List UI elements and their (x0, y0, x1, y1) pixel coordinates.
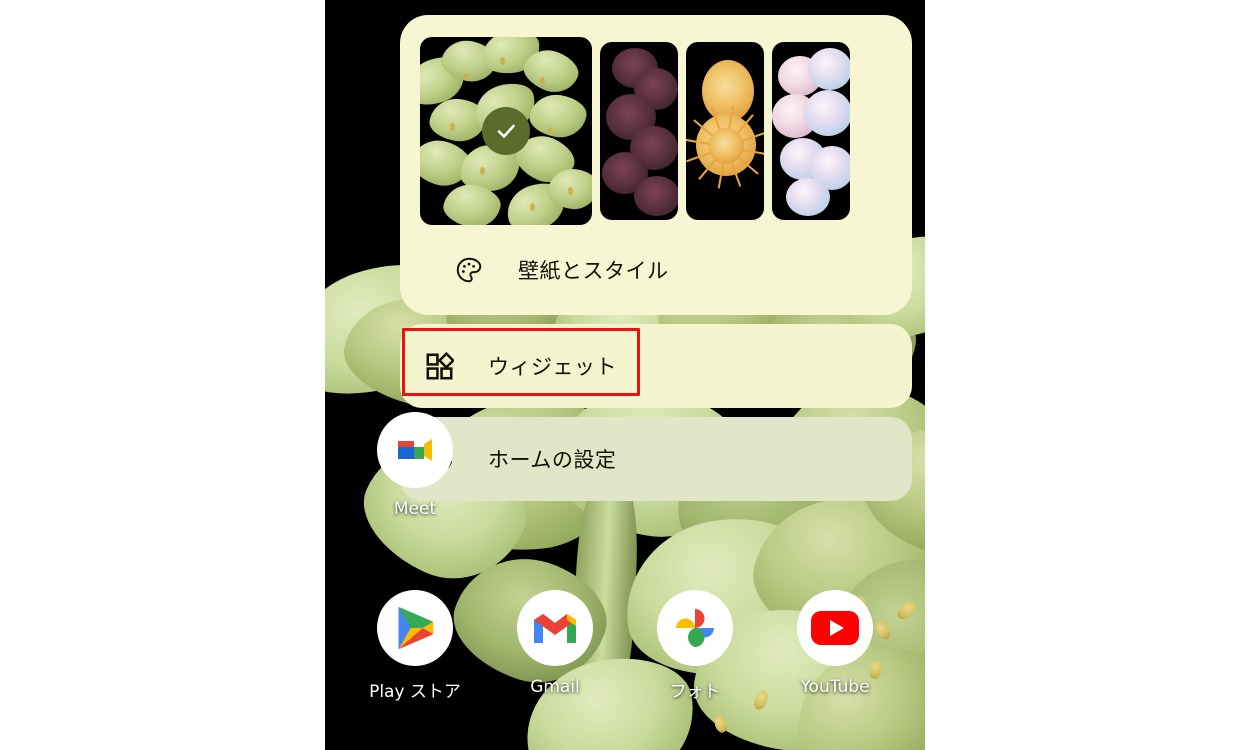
thumbnail-artwork (686, 42, 764, 220)
thumbnail-artwork (600, 42, 678, 220)
google-photos-icon[interactable] (657, 590, 733, 666)
app-label: フォト (669, 682, 721, 702)
youtube-icon[interactable] (797, 590, 873, 666)
menu-item-home-settings[interactable]: ホームの設定 (400, 417, 912, 501)
phone-screen: Meet Play ストア Gmail フォト YouTube 壁紙とスタイル … (325, 0, 925, 750)
app-label: YouTube (800, 677, 870, 697)
palette-icon (452, 255, 486, 285)
long-press-menu: 壁紙とスタイル ウィジェット ホームの設定 (400, 15, 912, 501)
wallpaper-thumbnail-orange-pincushion-protea[interactable] (686, 42, 764, 220)
app-label: Play ストア (369, 682, 461, 702)
check-icon (482, 107, 530, 155)
app-play-store[interactable]: Play ストア (360, 590, 470, 702)
wallpaper-and-style-card[interactable]: 壁紙とスタイル (400, 15, 912, 315)
app-label: Gmail (530, 677, 580, 697)
thumbnail-artwork (772, 42, 850, 220)
menu-item-widgets[interactable]: ウィジェット (400, 324, 912, 408)
gmail-icon[interactable] (517, 590, 593, 666)
menu-item-label: ホームの設定 (488, 448, 617, 472)
google-play-icon[interactable] (377, 590, 453, 666)
wallpaper-thumbnail-dark-purple-dahlias[interactable] (600, 42, 678, 220)
google-meet-icon[interactable] (377, 412, 453, 488)
screenshot-root: Meet Play ストア Gmail フォト YouTube 壁紙とスタイル … (0, 0, 1250, 750)
widgets-icon (422, 351, 456, 381)
wallpaper-thumbnail-green-bell-flowers[interactable] (420, 37, 592, 225)
menu-item-label: 壁紙とスタイル (518, 259, 669, 283)
wallpaper-thumbnail-pastel-orchids[interactable] (772, 42, 850, 220)
app-label: Meet (393, 499, 437, 519)
app-gmail[interactable]: Gmail (500, 590, 610, 697)
wallpaper-thumbnail-row (420, 37, 892, 225)
app-youtube[interactable]: YouTube (780, 590, 890, 697)
menu-item-wallpaper-and-style[interactable]: 壁紙とスタイル (420, 225, 892, 315)
app-photos[interactable]: フォト (640, 590, 750, 702)
menu-item-label: ウィジェット (488, 355, 617, 379)
app-meet[interactable]: Meet (360, 412, 470, 519)
